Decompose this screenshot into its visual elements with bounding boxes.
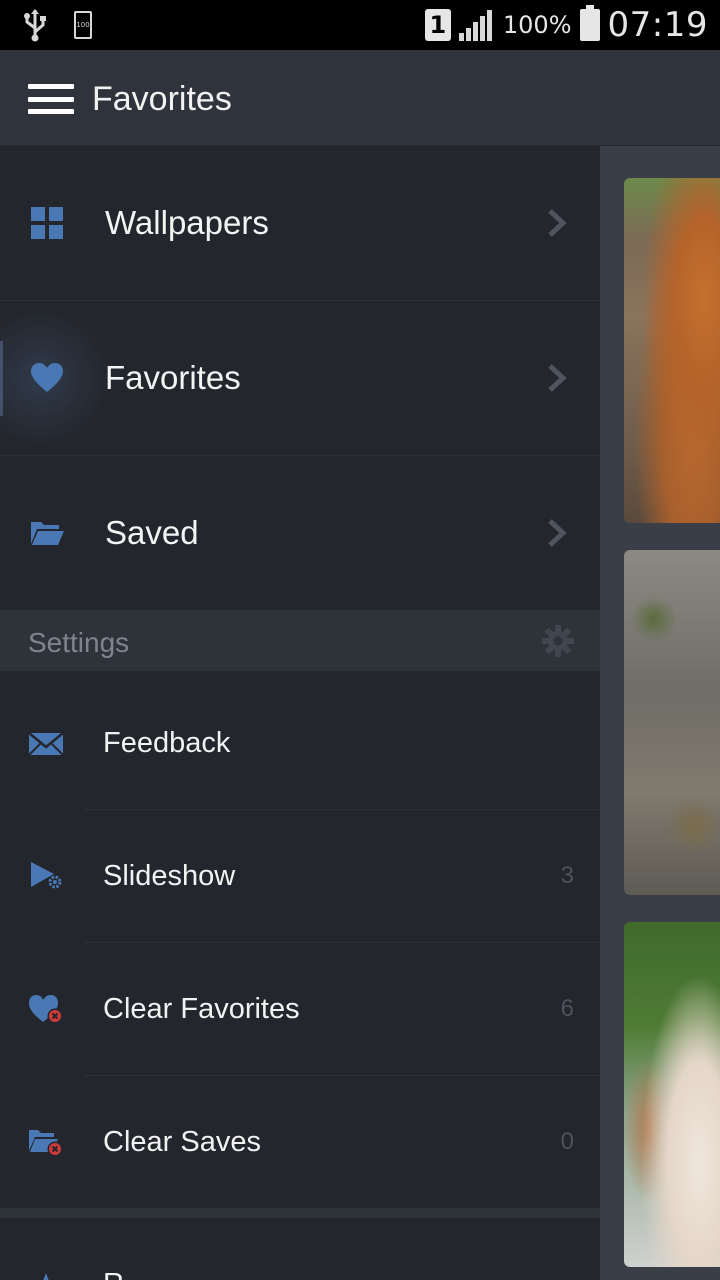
settings-item-label: Feedback	[103, 727, 231, 759]
nav-item-label: Saved	[105, 514, 199, 551]
clock: 07:19	[607, 5, 708, 45]
battery-percent: 100%	[502, 11, 572, 39]
chevron-right-icon	[548, 209, 567, 237]
page-title: Favorites	[92, 80, 232, 118]
folder-open-icon	[31, 522, 64, 545]
heart-icon	[31, 363, 63, 392]
wallpaper-thumbnail[interactable]	[624, 550, 720, 895]
settings-section-header: Settings	[0, 611, 600, 671]
settings-header-label: Settings	[28, 627, 130, 658]
gear-icon[interactable]	[542, 625, 574, 657]
settings-item-slideshow[interactable]: Slideshow 3	[0, 810, 600, 943]
settings-item-label: Clear Saves	[103, 1126, 261, 1158]
grid-icon	[31, 207, 63, 239]
battery-saver-icon: 100	[74, 11, 92, 39]
nav-item-saved[interactable]: Saved	[0, 456, 600, 611]
heart-remove-icon	[29, 995, 63, 1024]
battery-icon	[579, 5, 600, 41]
settings-item-feedback[interactable]: Feedback	[0, 677, 600, 810]
wallpaper-thumbnail[interactable]	[624, 178, 720, 523]
envelope-icon	[28, 732, 64, 756]
action-bar: Favorites	[0, 50, 720, 146]
settings-item-count: 0	[560, 1128, 574, 1155]
nav-item-favorites[interactable]: Favorites	[0, 301, 600, 456]
navigation-drawer: Wallpapers Favorites Saved Settings Feed…	[0, 146, 600, 1280]
settings-item-count: 6	[560, 995, 574, 1022]
wallpaper-thumbnail[interactable]	[624, 922, 720, 1267]
usb-icon	[24, 9, 46, 42]
wallpaper-grid	[600, 146, 720, 1280]
settings-item-label: Slideshow	[103, 860, 236, 892]
settings-item-label: R	[103, 1268, 124, 1280]
settings-item-count: 3	[560, 862, 574, 889]
sim-slot-badge: 1	[424, 9, 451, 41]
section-divider	[0, 1208, 600, 1218]
settings-item-clear-favorites[interactable]: Clear Favorites 6	[0, 943, 600, 1076]
battery-small-text: 100	[76, 21, 90, 29]
nav-item-wallpapers[interactable]: Wallpapers	[0, 146, 600, 301]
folder-remove-icon	[29, 1130, 63, 1157]
signal-icon	[458, 10, 492, 41]
hamburger-menu-icon[interactable]	[28, 84, 74, 114]
star-icon	[43, 1273, 49, 1280]
status-bar: 100 1 100% 07:19	[0, 0, 720, 50]
settings-item-label: Clear Favorites	[103, 993, 300, 1025]
play-gear-icon	[31, 862, 62, 889]
nav-item-label: Favorites	[105, 359, 241, 396]
settings-item-partial[interactable]: R	[0, 1218, 600, 1280]
settings-item-clear-saves[interactable]: Clear Saves 0	[0, 1076, 600, 1209]
chevron-right-icon	[548, 364, 567, 392]
nav-item-label: Wallpapers	[105, 204, 269, 241]
chevron-right-icon	[548, 519, 567, 547]
